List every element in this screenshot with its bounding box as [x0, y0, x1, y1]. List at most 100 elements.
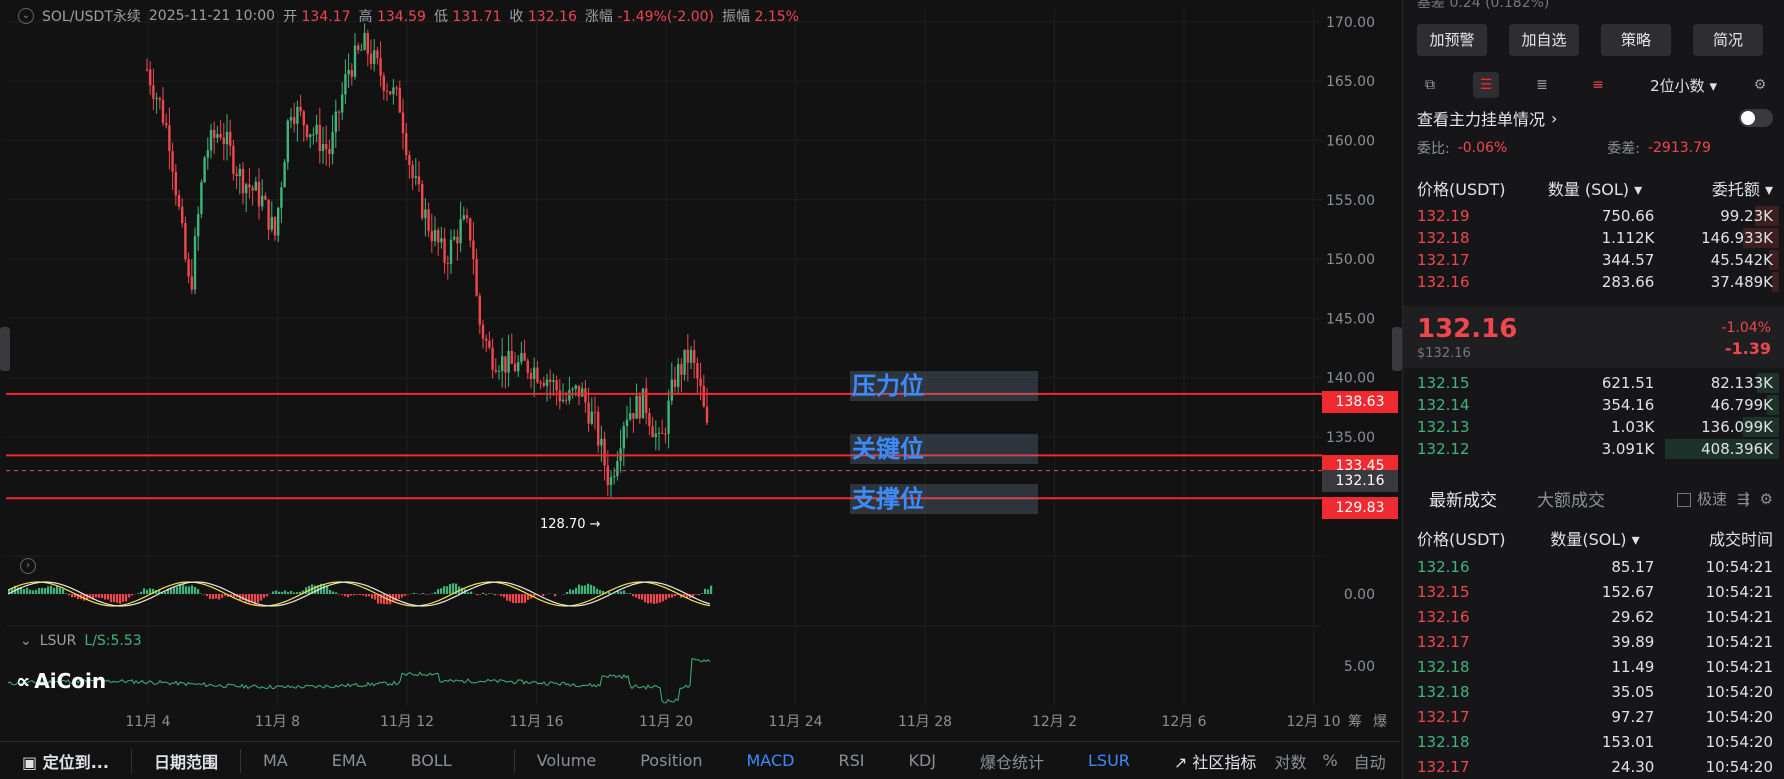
trade-row: 132.17 97.27 10:54:20 [1417, 705, 1773, 730]
indicator-liquidation[interactable]: 爆仓统计 [958, 749, 1066, 773]
asks-only-icon[interactable]: ≡ [1585, 72, 1611, 98]
resistance-level-tag[interactable]: 压力位 [850, 371, 1038, 401]
bid-row[interactable]: 132.14 354.16 46.799K [1417, 394, 1780, 416]
decimals-select[interactable]: 2位小数 ▾ [1650, 75, 1717, 96]
both-sides-icon[interactable]: ☰ [1473, 72, 1499, 98]
macd-bar [623, 590, 626, 594]
candle-body [641, 388, 645, 419]
auto-scale-toggle[interactable]: 自动 [1346, 749, 1394, 773]
qty-col-header[interactable]: 数量 (SOL) ▾ [1536, 176, 1655, 200]
key-level-tag[interactable]: 关键位 [850, 434, 1038, 464]
macd-bar [656, 594, 659, 604]
macd-bar [566, 591, 569, 594]
overview-button[interactable]: 简况 [1693, 24, 1763, 56]
indicator-rsi[interactable]: RSI [816, 751, 886, 770]
trade-price: 132.18 [1417, 658, 1470, 676]
ask-row[interactable]: 132.16 283.66 37.489K [1417, 271, 1780, 293]
indicator-position[interactable]: Position [618, 751, 724, 770]
last-price: 132.16 [1417, 314, 1518, 344]
candle-body [222, 137, 225, 145]
bid-row[interactable]: 132.15 621.51 82.133K [1417, 372, 1780, 394]
ask-row[interactable]: 132.19 750.66 99.23K [1417, 205, 1780, 227]
macd-bar [638, 594, 641, 600]
ask-price: 132.19 [1417, 207, 1470, 225]
indicator-ma[interactable]: MA [241, 751, 310, 770]
indicator-ema[interactable]: EMA [310, 751, 389, 770]
popout-icon[interactable]: ⧉ [1417, 72, 1443, 98]
ask-row[interactable]: 132.17 344.57 45.542K [1417, 249, 1780, 271]
indicator-volume[interactable]: Volume [515, 751, 619, 770]
candle-body [213, 129, 216, 138]
total-col-header[interactable]: 委托额 ▾ [1654, 176, 1773, 200]
locate-button[interactable]: ▣ 定位到... [0, 749, 131, 773]
tab-large-trades[interactable]: 大额成交 [1537, 486, 1605, 511]
bid-row[interactable]: 132.13 1.03K 136.099K [1417, 416, 1780, 438]
support-level-tag[interactable]: 支撑位 [850, 484, 1038, 514]
tab-latest-trades[interactable]: 最新成交 [1429, 486, 1497, 511]
macd-collapse-icon[interactable]: › [20, 558, 36, 574]
macd-bar [359, 594, 362, 595]
community-indicator-button[interactable]: ↗ 社区指标 [1152, 749, 1267, 773]
candle-body [453, 236, 456, 240]
right-collapse-handle[interactable] [1392, 327, 1402, 371]
candle-body [219, 134, 222, 138]
left-collapse-handle[interactable] [0, 327, 10, 371]
candle-body [363, 33, 366, 50]
trade-price: 132.18 [1417, 683, 1470, 701]
candle-body [347, 70, 350, 75]
percent-scale-toggle[interactable]: % [1314, 751, 1345, 770]
x-tick-label: 11月 16 [509, 714, 563, 730]
macd-bar [149, 588, 152, 594]
fast-mode-checkbox[interactable]: 极速 [1676, 488, 1727, 509]
indicator-macd[interactable]: MACD [725, 751, 817, 770]
bid-total: 136.099K [1701, 418, 1774, 436]
strategy-button[interactable]: 策略 [1601, 24, 1671, 56]
candle-body [443, 238, 446, 263]
chart-area[interactable]: 128.70 → 0.00 5.00 170.00 165.00 160.00 155… [0, 0, 1402, 779]
indicator-kdj[interactable]: KDJ [886, 751, 958, 770]
close-label: 收 [509, 9, 524, 25]
action-buttons: 加预警 加自选 策略 简况 [1417, 24, 1763, 56]
macd-bar [290, 590, 293, 594]
date-range-button[interactable]: 日期范围 [132, 749, 240, 773]
indicator-lsur[interactable]: LSUR [1066, 751, 1152, 770]
price-chart[interactable]: 128.70 → 0.00 5.00 170.00 165.00 160.00 155… [0, 0, 1400, 741]
macd-bar [128, 594, 131, 598]
macd-bar [293, 592, 296, 594]
bid-price: 132.15 [1417, 374, 1470, 392]
macd-bar [608, 592, 611, 594]
main-orders-toggle[interactable] [1739, 109, 1773, 127]
macd-bar [119, 594, 122, 604]
lsur-value: L/S:5.53 [84, 633, 142, 649]
trades-settings-icon[interactable]: ⚙ [1760, 490, 1773, 508]
candle-body [280, 187, 283, 208]
macd-bar [206, 594, 209, 597]
ask-row[interactable]: 132.18 1.112K 146.933K [1417, 227, 1780, 249]
lsur-header: ⌄ LSUR L/S:5.53 [20, 633, 142, 649]
filter-icon[interactable]: ⇶ [1737, 490, 1750, 508]
candle-body [513, 363, 517, 372]
macd-bar [629, 593, 632, 594]
bid-total: 82.133K [1710, 374, 1774, 392]
macd-bar [674, 594, 677, 597]
candle-body [539, 382, 542, 384]
bid-row[interactable]: 132.12 3.091K 408.396K [1417, 438, 1780, 460]
trade-price: 132.16 [1417, 608, 1470, 626]
bids-only-icon[interactable]: ≣ [1529, 72, 1555, 98]
add-alert-button[interactable]: 加预警 [1417, 24, 1487, 56]
log-scale-toggle[interactable]: 对数 [1266, 749, 1314, 773]
candle-body [542, 382, 545, 386]
collapse-icon[interactable]: ⌄ [20, 633, 32, 649]
macd-bar [50, 585, 53, 594]
candle-body [299, 106, 302, 112]
settings-icon[interactable]: ⚙ [1747, 72, 1773, 98]
checkbox-icon [1676, 492, 1691, 507]
indicator-boll[interactable]: BOLL [389, 751, 474, 770]
trade-qty-header[interactable]: 数量(SOL) ▾ [1536, 526, 1655, 550]
collapse-icon[interactable]: ⌄ [18, 8, 34, 24]
main-orders-label: 查看主力挂单情况 [1417, 110, 1546, 129]
macd-bar [554, 594, 557, 597]
main-orders-row[interactable]: 查看主力挂单情况 › [1417, 106, 1773, 130]
add-favorite-button[interactable]: 加自选 [1509, 24, 1579, 56]
chevron-right-icon: › [1551, 108, 1558, 128]
